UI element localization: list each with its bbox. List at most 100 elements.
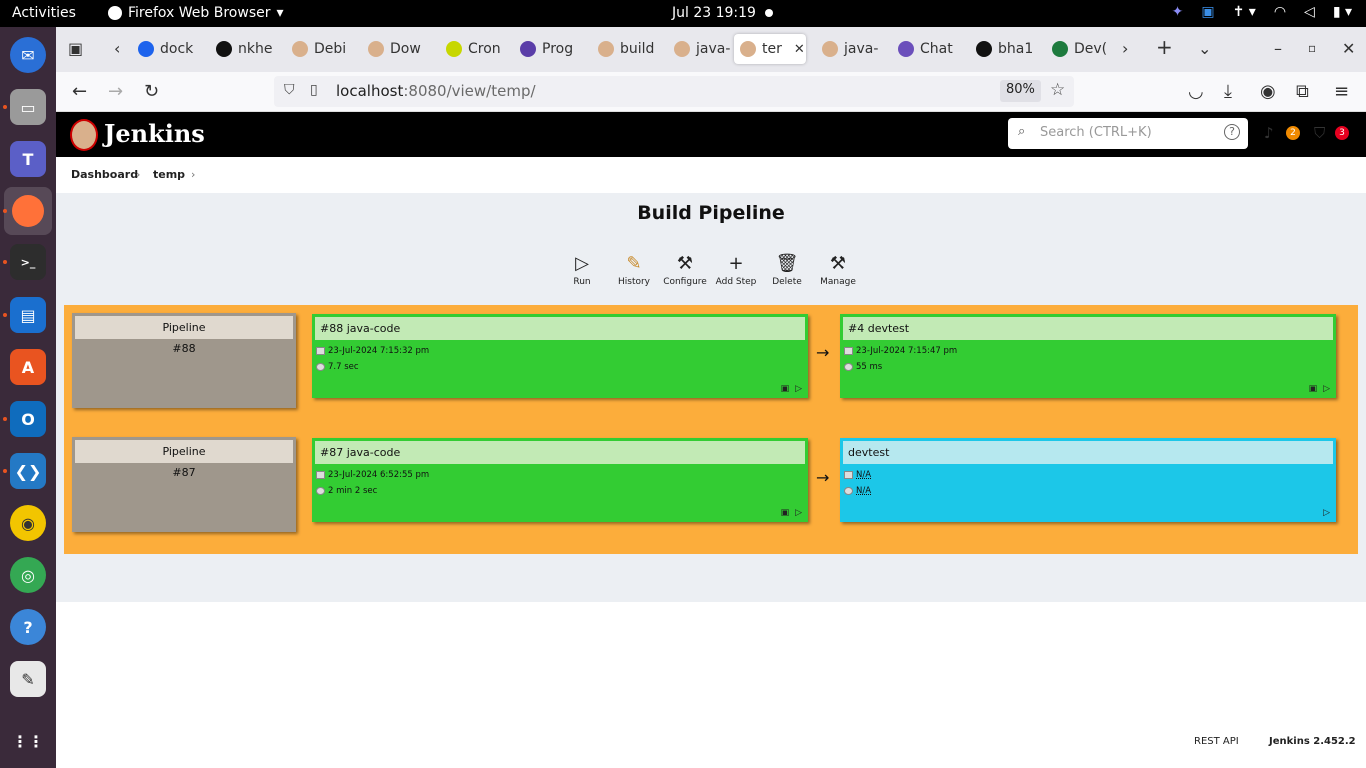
browser-tab[interactable]: Prog bbox=[514, 34, 586, 64]
pocket-icon[interactable]: ◡ bbox=[1188, 81, 1204, 102]
rebuild-icon[interactable]: ▷ bbox=[1323, 384, 1330, 394]
vscode-icon[interactable]: ❮❯ bbox=[10, 453, 46, 489]
url-bar[interactable]: ⛉ ▯ localhost:8080/view/temp/ 80% ☆ bbox=[274, 76, 1074, 107]
clock[interactable]: Jul 23 19:19 bbox=[672, 5, 756, 21]
account-icon[interactable]: ◉ bbox=[1260, 81, 1276, 102]
help-icon[interactable]: ? bbox=[10, 609, 46, 645]
browser-tab[interactable]: bha1 bbox=[970, 34, 1042, 64]
thunderbird-icon[interactable]: ✉ bbox=[10, 37, 46, 73]
shield-icon[interactable]: ⛉ bbox=[284, 82, 295, 98]
app-center-icon[interactable]: A bbox=[10, 349, 46, 385]
firefox-dock-icon[interactable] bbox=[4, 187, 52, 235]
pipeline-cell[interactable]: Pipeline #87 bbox=[72, 437, 296, 532]
jenkins-title[interactable]: Jenkins bbox=[104, 119, 205, 148]
console-icon[interactable]: ▣ bbox=[1309, 384, 1318, 394]
console-icon[interactable]: ▣ bbox=[781, 508, 790, 518]
browser-tab[interactable]: Dev( bbox=[1046, 34, 1118, 64]
browser-tab[interactable]: build bbox=[592, 34, 664, 64]
run-button[interactable]: ▷ Run bbox=[557, 251, 607, 287]
search-input[interactable]: ⌕ Search (CTRL+K) ? bbox=[1008, 118, 1248, 149]
browser-tab[interactable]: Dow bbox=[362, 34, 434, 64]
rest-api-link[interactable]: REST API bbox=[1194, 736, 1239, 747]
list-tabs-icon[interactable]: ⌄ bbox=[1198, 39, 1211, 58]
chrome-icon[interactable]: ◎ bbox=[10, 557, 46, 593]
zoom-level[interactable]: 80% bbox=[1000, 80, 1041, 102]
trigger-icon[interactable]: ▷ bbox=[1323, 508, 1330, 518]
notification-badge[interactable]: 2 bbox=[1286, 126, 1300, 140]
manage-button[interactable]: ⚒ Manage bbox=[813, 251, 863, 287]
breadcrumb-dashboard[interactable]: Dashboard bbox=[71, 168, 138, 181]
menu-icon[interactable]: ≡ bbox=[1334, 81, 1349, 102]
wifi-icon[interactable]: ◠ bbox=[1274, 4, 1286, 20]
reload-icon[interactable]: ↻ bbox=[144, 81, 159, 102]
breadcrumb-separator-icon[interactable]: › bbox=[191, 168, 195, 181]
scroll-tabs-right-icon[interactable]: › bbox=[1122, 39, 1128, 58]
pipeline-number[interactable]: #87 bbox=[72, 466, 296, 479]
bell-icon[interactable]: ♪ bbox=[1264, 124, 1274, 142]
build-title[interactable]: #88 java-code bbox=[315, 317, 805, 340]
accessibility-icon[interactable]: ✝ ▾ bbox=[1233, 4, 1256, 20]
teams-icon[interactable]: T bbox=[10, 141, 46, 177]
console-icon[interactable]: ▣ bbox=[781, 384, 790, 394]
battery-icon[interactable]: ▮ ▾ bbox=[1333, 4, 1352, 20]
history-button[interactable]: ✎ History bbox=[609, 251, 659, 287]
minimize-icon[interactable]: – bbox=[1274, 39, 1282, 58]
tab-overview-icon[interactable]: ▣ bbox=[68, 39, 83, 58]
writer-icon[interactable]: ▤ bbox=[10, 297, 46, 333]
back-icon[interactable]: ← bbox=[72, 81, 87, 102]
pipeline-number[interactable]: #88 bbox=[72, 342, 296, 355]
jenkins-logo-icon[interactable] bbox=[70, 119, 98, 151]
help-icon[interactable]: ? bbox=[1224, 124, 1240, 140]
build-cell[interactable]: #4 devtest 23-Jul-2024 7:15:47 pm 55 ms … bbox=[840, 314, 1336, 398]
terminal-icon[interactable]: >_ bbox=[10, 244, 46, 280]
browser-tab[interactable]: ter ✕ bbox=[734, 34, 806, 64]
pipeline-cell[interactable]: Pipeline #88 bbox=[72, 313, 296, 408]
volume-icon[interactable]: ◁ bbox=[1304, 4, 1315, 20]
app-menu[interactable]: Firefox Web Browser ▾ bbox=[108, 5, 284, 21]
build-title[interactable]: #4 devtest bbox=[843, 317, 1333, 340]
pipeline-label: Pipeline bbox=[75, 316, 293, 339]
text-editor-icon[interactable]: ✎ bbox=[10, 661, 46, 697]
outlook-icon[interactable]: O bbox=[10, 401, 46, 437]
breadcrumb-temp[interactable]: temp bbox=[153, 168, 185, 181]
browser-tab[interactable]: java- bbox=[816, 34, 888, 64]
files-icon[interactable]: ▭ bbox=[10, 89, 46, 125]
extensions-icon[interactable]: ⧉ bbox=[1296, 81, 1309, 102]
delete-button[interactable]: 🗑 Delete bbox=[762, 251, 812, 287]
browser-tab[interactable]: Cron bbox=[440, 34, 512, 64]
version-link[interactable]: Jenkins 2.452.2 bbox=[1269, 736, 1356, 747]
system-tray[interactable]: ✦ ▣ ✝ ▾ ◠ ◁ ▮ ▾ bbox=[1172, 4, 1352, 20]
configure-button[interactable]: ⚒ Configure bbox=[660, 251, 710, 287]
bookmark-star-icon[interactable]: ☆ bbox=[1050, 80, 1065, 100]
browser-tab[interactable]: Debi bbox=[286, 34, 358, 64]
security-badge[interactable]: 3 bbox=[1335, 126, 1349, 140]
activities-button[interactable]: Activities bbox=[12, 5, 76, 21]
scroll-tabs-left-icon[interactable]: ‹ bbox=[114, 39, 120, 58]
maximize-icon[interactable]: ▫ bbox=[1308, 41, 1316, 55]
outlook-tray-icon[interactable]: ▣ bbox=[1201, 4, 1214, 20]
main-content: Build Pipeline ▷ Run ✎ History ⚒ Configu… bbox=[56, 193, 1366, 602]
url-text[interactable]: localhost:8080/view/temp/ bbox=[336, 82, 536, 100]
show-apps-icon[interactable]: ⋮⋮ bbox=[10, 723, 46, 759]
build-cell[interactable]: #87 java-code 23-Jul-2024 6:52:55 pm 2 m… bbox=[312, 438, 808, 522]
close-window-icon[interactable]: ✕ bbox=[1342, 39, 1355, 58]
downloads-icon[interactable]: ⤓ bbox=[1224, 81, 1232, 102]
add-step-button[interactable]: + Add Step bbox=[711, 251, 761, 287]
browser-tab[interactable]: Chat bbox=[892, 34, 964, 64]
rebuild-icon[interactable]: ▷ bbox=[795, 384, 802, 394]
teams-tray-icon[interactable]: ✦ bbox=[1172, 4, 1184, 20]
browser-tab[interactable]: nkhe bbox=[210, 34, 282, 64]
new-tab-icon[interactable]: + bbox=[1156, 35, 1173, 59]
forward-icon[interactable]: → bbox=[108, 81, 123, 102]
security-shield-icon[interactable]: ⛉ bbox=[1314, 124, 1325, 142]
rhythmbox-icon[interactable]: ◉ bbox=[10, 505, 46, 541]
close-tab-icon[interactable]: ✕ bbox=[794, 42, 805, 57]
browser-tab[interactable]: java- bbox=[668, 34, 740, 64]
rebuild-icon[interactable]: ▷ bbox=[795, 508, 802, 518]
build-title[interactable]: #87 java-code bbox=[315, 441, 805, 464]
build-cell[interactable]: #88 java-code 23-Jul-2024 7:15:32 pm 7.7… bbox=[312, 314, 808, 398]
page-info-icon[interactable]: ▯ bbox=[310, 82, 318, 98]
build-title[interactable]: devtest bbox=[843, 441, 1333, 464]
build-cell-pending[interactable]: devtest N/A N/A ▷ bbox=[840, 438, 1336, 522]
browser-tab[interactable]: dock bbox=[132, 34, 204, 64]
